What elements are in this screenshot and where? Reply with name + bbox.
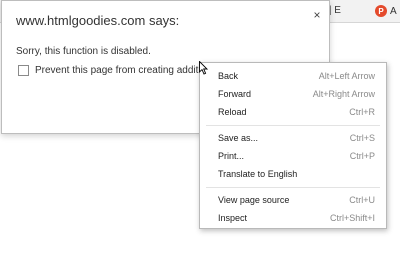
mouse-cursor-icon [199, 61, 209, 75]
menu-item-forward[interactable]: Forward Alt+Right Arrow [200, 85, 386, 103]
menu-item-shortcut: Ctrl+P [349, 151, 375, 161]
context-menu: Back Alt+Left Arrow Forward Alt+Right Ar… [199, 62, 387, 229]
menu-separator [206, 187, 380, 188]
tab-title-partial-2: A [390, 5, 397, 17]
menu-item-label: Reload [218, 107, 247, 117]
tab-favicon-icon: P [375, 5, 387, 17]
menu-item-back[interactable]: Back Alt+Left Arrow [200, 67, 386, 85]
tab-partial-2[interactable]: P A [375, 3, 397, 19]
menu-item-label: Forward [218, 89, 252, 99]
menu-item-label: Save as... [218, 133, 259, 143]
dialog-title: www.htmlgoodies.com says: [16, 13, 180, 28]
menu-item-shortcut: Ctrl+S [349, 133, 375, 143]
menu-item-label: Inspect [218, 213, 248, 223]
menu-item-print[interactable]: Print... Ctrl+P [200, 147, 386, 165]
prevent-dialogs-checkbox[interactable] [18, 65, 29, 76]
prevent-dialogs-option[interactable]: Prevent this page from creating addition… [18, 65, 220, 76]
menu-item-shortcut: Alt+Right Arrow [312, 89, 375, 99]
prevent-dialogs-label[interactable]: Prevent this page from creating addition… [35, 65, 220, 76]
menu-item-shortcut: Ctrl+R [349, 107, 375, 117]
menu-separator [206, 125, 380, 126]
menu-item-label: Translate to English [218, 169, 298, 179]
menu-item-translate[interactable]: Translate to English [200, 165, 386, 183]
menu-item-label: Print... [218, 151, 245, 161]
dialog-message: Sorry, this function is disabled. [16, 46, 151, 57]
menu-item-shortcut: Ctrl+Shift+I [329, 213, 375, 223]
close-icon[interactable]: × [311, 9, 323, 21]
menu-item-label: View page source [218, 195, 290, 205]
menu-item-save-as[interactable]: Save as... Ctrl+S [200, 129, 386, 147]
menu-item-label: Back [218, 71, 239, 81]
menu-item-view-source[interactable]: View page source Ctrl+U [200, 191, 386, 209]
menu-item-shortcut: Ctrl+U [349, 195, 375, 205]
menu-item-shortcut: Alt+Left Arrow [318, 71, 375, 81]
menu-item-inspect[interactable]: Inspect Ctrl+Shift+I [200, 209, 386, 227]
menu-item-reload[interactable]: Reload Ctrl+R [200, 103, 386, 121]
